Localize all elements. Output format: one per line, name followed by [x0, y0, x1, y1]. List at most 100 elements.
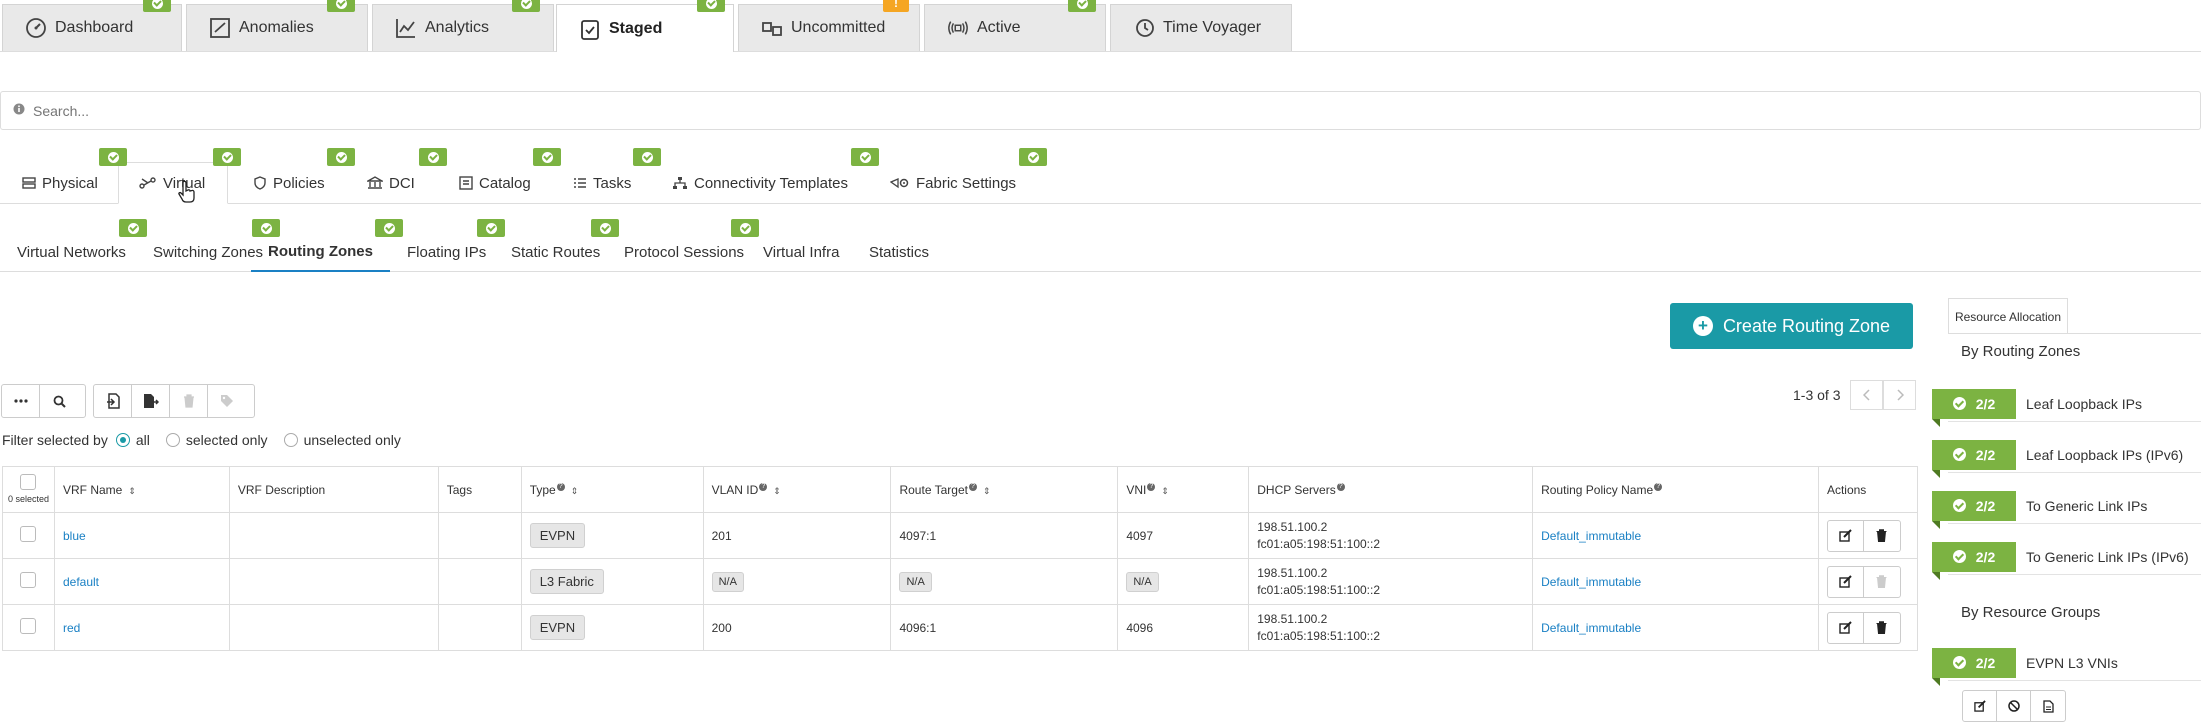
filter-unselected-radio[interactable] — [283, 433, 298, 447]
vrf-name-link[interactable]: default — [63, 575, 99, 589]
dhcp-server: fc01:a05:198:51:100::2 — [1257, 582, 1381, 597]
allocation-badge: 2/2 — [1932, 439, 2016, 478]
edit-button[interactable] — [1828, 566, 1864, 597]
resource-item[interactable]: 2/2 To Generic Link IPs — [1932, 488, 2201, 529]
edit-icon — [1839, 621, 1852, 634]
col-type[interactable]: Type? ⇕ — [520, 466, 704, 513]
gears-icon — [890, 176, 910, 190]
prev-page-button[interactable] — [1850, 380, 1884, 410]
vlan-id: N/A — [711, 571, 744, 592]
staged-icon — [579, 18, 601, 40]
allocation-badge: 2/2 — [1932, 388, 2016, 427]
dhcp-server: 198.51.100.2 — [1257, 519, 1328, 534]
col-vrf-name[interactable]: VRF Name ⇕ — [53, 466, 230, 513]
dhcp-server: fc01:a05:198:51:100::2 — [1257, 628, 1381, 643]
tab-tasks[interactable]: Tasks — [573, 162, 631, 204]
status-ok-icon — [143, 0, 171, 12]
vrf-name-link[interactable]: red — [63, 621, 80, 635]
trash-icon — [1876, 621, 1887, 634]
tab-catalog[interactable]: Catalog — [459, 162, 531, 204]
routing-policy-link[interactable]: Default_immutable — [1541, 575, 1641, 589]
tab-statistics[interactable]: Statistics — [869, 232, 929, 272]
col-vni[interactable]: VNI? ⇕ — [1117, 466, 1250, 513]
search-input[interactable] — [33, 102, 633, 119]
tab-switching-zones[interactable]: Switching Zones — [153, 232, 263, 272]
tag-button[interactable] — [208, 385, 246, 417]
row-checkbox[interactable] — [20, 572, 37, 588]
tab-routing-zones[interactable]: Routing Zones — [251, 232, 390, 272]
resource-item[interactable]: 2/2 Leaf Loopback IPs (IPv6) — [1932, 437, 2201, 478]
col-route-target[interactable]: Route Target? ⇕ — [890, 466, 1119, 513]
edit-group-button[interactable] — [1963, 691, 1997, 721]
edit-button[interactable] — [1828, 612, 1864, 643]
status-ok-icon — [477, 219, 505, 237]
by-routing-zones-heading: By Routing Zones — [1961, 343, 2081, 360]
tab-connectivity-templates[interactable]: Connectivity Templates — [672, 162, 848, 204]
status-ok-icon — [731, 219, 759, 237]
tab-virtual[interactable]: Virtual — [118, 162, 229, 204]
tab-protocol-sessions[interactable]: Protocol Sessions — [624, 232, 744, 272]
tab-policies[interactable]: Policies — [253, 162, 325, 204]
tab-static-routes[interactable]: Static Routes — [511, 232, 600, 272]
tab-dci[interactable]: DCI — [367, 162, 415, 204]
row-checkbox[interactable] — [20, 618, 37, 634]
resource-item[interactable]: 2/2 Leaf Loopback IPs — [1932, 386, 2201, 427]
tab-resource-allocation[interactable]: Resource Allocation — [1948, 298, 2068, 334]
tab-physical[interactable]: Physical — [22, 162, 98, 204]
filter-selection: Filter selected by all selected only uns… — [2, 432, 401, 448]
col-routing-policy: Routing Policy Name? — [1532, 466, 1819, 513]
search-icon — [53, 395, 66, 408]
vrf-name-link[interactable]: blue — [63, 529, 86, 543]
sort-icon: ⇕ — [570, 485, 579, 496]
status-ok-icon — [591, 219, 619, 237]
view-group-button[interactable] — [2031, 691, 2065, 721]
delete-button[interactable] — [1864, 521, 1900, 551]
edit-button[interactable] — [1828, 520, 1864, 551]
disable-group-button[interactable] — [1997, 691, 2031, 721]
tab-time-voyager[interactable]: Time Voyager — [1110, 4, 1292, 51]
uncommitted-icon — [761, 17, 783, 39]
resource-group-item[interactable]: 2/2 EVPN L3 VNIs — [1932, 645, 2201, 686]
delete-button[interactable] — [1864, 613, 1900, 643]
status-ok-icon — [512, 0, 540, 12]
import-button[interactable] — [94, 385, 132, 417]
col-vlan-id[interactable]: VLAN ID? ⇕ — [702, 466, 892, 513]
search-button[interactable] — [40, 385, 78, 417]
help-icon: ? — [1147, 482, 1156, 491]
tab-virtual-networks[interactable]: Virtual Networks — [17, 232, 126, 272]
export-button[interactable] — [132, 385, 170, 417]
check-icon — [1952, 499, 1966, 512]
create-routing-zone-button[interactable]: + Create Routing Zone — [1670, 303, 1913, 349]
help-icon: ? — [1336, 482, 1345, 491]
routing-policy-link[interactable]: Default_immutable — [1541, 621, 1641, 635]
select-all-checkbox[interactable] — [20, 474, 37, 490]
tab-fabric-settings[interactable]: Fabric Settings — [890, 162, 1016, 204]
delete-selected-button[interactable] — [170, 385, 208, 417]
more-actions-button[interactable] — [2, 385, 40, 417]
status-ok-icon — [633, 148, 661, 166]
status-ok-icon — [327, 0, 355, 12]
anomaly-icon — [209, 17, 231, 39]
delete-button-disabled[interactable] — [1864, 567, 1900, 597]
help-icon: ? — [968, 482, 977, 491]
routing-policy-link[interactable]: Default_immutable — [1541, 529, 1641, 543]
sort-icon: ⇕ — [773, 485, 781, 496]
status-ok-icon — [1019, 148, 1047, 166]
check-icon — [1952, 550, 1966, 563]
next-page-button[interactable] — [1883, 380, 1917, 410]
table-row: default L3 Fabric N/A N/A N/A 198.51.100… — [2, 558, 1919, 605]
tab-virtual-infra[interactable]: Virtual Infra — [763, 232, 839, 272]
tab-floating-ips[interactable]: Floating IPs — [407, 232, 486, 272]
status-ok-icon — [851, 148, 879, 166]
status-ok-icon — [419, 148, 447, 166]
row-checkbox[interactable] — [20, 526, 37, 542]
filter-all-radio[interactable] — [115, 433, 130, 447]
allocation-badge: 2/2 — [1932, 647, 2016, 686]
filter-selected-radio[interactable] — [165, 433, 180, 447]
document-icon — [2042, 699, 2054, 713]
resource-allocation-panel: Resource Allocation By Routing Zones 2/2… — [1932, 298, 2201, 724]
sort-icon: ⇕ — [1161, 485, 1169, 496]
resource-item[interactable]: 2/2 To Generic Link IPs (IPv6) — [1932, 539, 2201, 580]
selected-count: 0 selected — [7, 494, 49, 504]
type-badge: EVPN — [529, 615, 586, 640]
